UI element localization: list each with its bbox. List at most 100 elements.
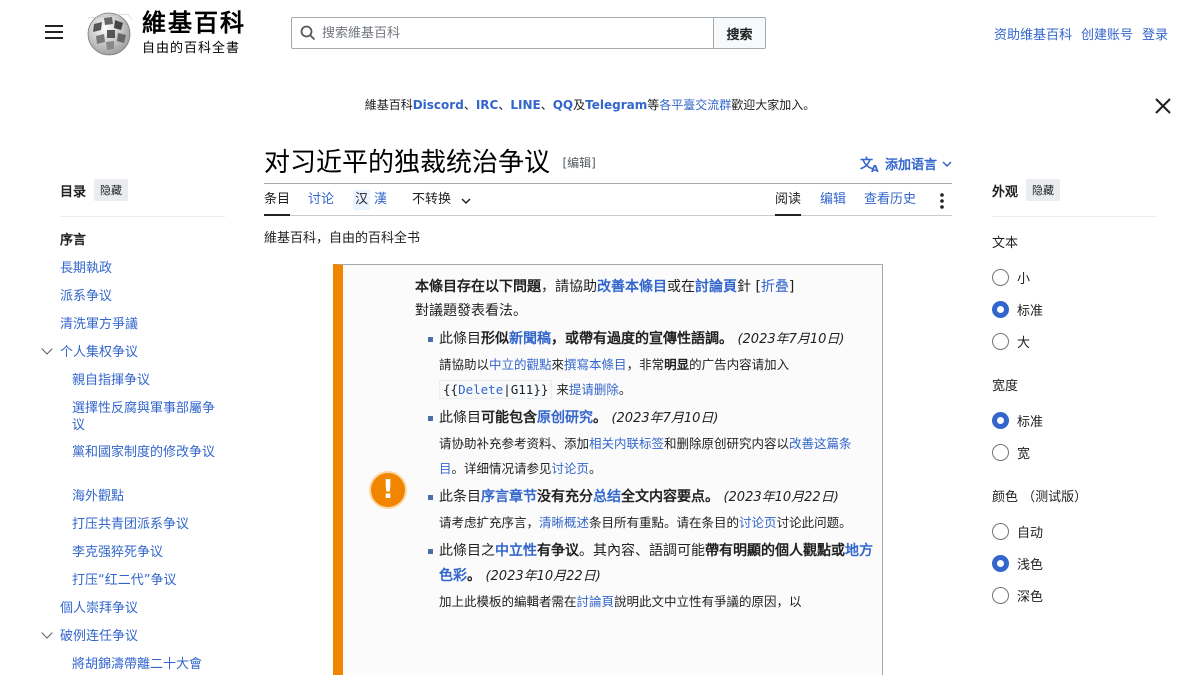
toc-item[interactable]: 海外觀點: [72, 488, 124, 505]
radio-button[interactable]: [992, 412, 1009, 429]
appearance-hide-button[interactable]: 隐藏: [1026, 179, 1061, 201]
text-size-small-option[interactable]: 小: [992, 268, 1030, 287]
radio-button[interactable]: [992, 444, 1009, 461]
edit-title-link[interactable]: [编辑]: [562, 156, 595, 170]
improve-article-link[interactable]: 改善本條目: [597, 279, 667, 295]
chevron-down-icon: [942, 160, 952, 167]
chevron-down-icon[interactable]: [41, 343, 53, 355]
toc-item[interactable]: 李克强猝死争议: [72, 544, 163, 561]
close-icon[interactable]: [1153, 96, 1173, 116]
issue-link[interactable]: 中立的觀點: [489, 357, 552, 372]
notice-link-groups[interactable]: 各平臺交流群: [659, 98, 731, 112]
toc-item[interactable]: 將胡錦濤帶離二十大會: [72, 656, 202, 673]
issue-link[interactable]: 提请删除: [569, 382, 619, 397]
tab-read[interactable]: 阅读: [775, 190, 802, 216]
collapse-link[interactable]: 折叠: [761, 279, 789, 295]
chevron-down-icon[interactable]: [461, 197, 471, 205]
issue-link[interactable]: 序言章节: [481, 489, 537, 505]
issue-link[interactable]: 清晰概述: [539, 515, 589, 530]
toc-item[interactable]: 破例连任争议: [60, 628, 138, 645]
issue-link[interactable]: 相关内联标签: [589, 436, 664, 451]
issue-item: 此条目序言章节没有充分总结全文内容要点。 (2023年10月22日) 请考虑扩充…: [415, 485, 875, 535]
login-link[interactable]: 登录: [1142, 24, 1168, 43]
tab-variant-hans[interactable]: 汉: [353, 190, 371, 210]
notice-header: 本條目存在以下問題，請協助改善本條目或在討論頁針 [折叠] 對議題發表看法。: [415, 279, 795, 319]
issue-link[interactable]: 中立性: [495, 543, 537, 559]
radio-button[interactable]: [992, 301, 1009, 318]
issue-link[interactable]: 总结: [593, 489, 621, 505]
wikipedia-globe-icon: [87, 12, 133, 56]
issue-link[interactable]: 讨论页: [552, 461, 590, 476]
text-size-large-option[interactable]: 大: [992, 332, 1030, 351]
language-icon: 文A: [860, 156, 879, 173]
notice-link-irc[interactable]: IRC: [476, 98, 499, 112]
toc-item[interactable]: 親自指揮争议: [72, 372, 150, 389]
width-label: 宽度: [992, 379, 1019, 394]
toc-item[interactable]: 黨和國家制度的修改争议: [72, 444, 222, 461]
add-languages-button[interactable]: 文A 添加语言: [860, 154, 952, 173]
toc-item[interactable]: 打压“红二代”争议: [72, 572, 176, 589]
toc-item[interactable]: 派系争议: [60, 288, 112, 305]
svg-text:A: A: [871, 164, 879, 173]
tab-variant-hant[interactable]: 漢: [374, 190, 387, 216]
issue-link[interactable]: 新聞稿: [509, 331, 551, 347]
tab-history[interactable]: 查看历史: [864, 190, 916, 216]
issue-link[interactable]: 原创研究: [537, 410, 593, 426]
donate-link[interactable]: 资助维基百科: [994, 24, 1072, 43]
tab-no-convert[interactable]: 不转换: [412, 190, 451, 216]
width-wide-option[interactable]: 宽: [992, 443, 1030, 462]
tab-talk[interactable]: 讨论: [308, 190, 334, 216]
toc-item[interactable]: 个人集权争议: [60, 344, 138, 361]
toc-item[interactable]: 長期執政: [60, 260, 112, 277]
site-notice: 維基百科Discord、IRC、LINE、QQ及Telegram等各平臺交流群歡…: [364, 98, 816, 112]
issue-link[interactable]: 讨论页: [739, 515, 777, 530]
issue-link[interactable]: 討論頁: [577, 594, 615, 609]
page-tabs: 条目 讨论 汉 漢 不转换 阅读 编辑 查看历史: [264, 186, 952, 216]
title-area: 对习近平的独裁统治争议 [编辑] 文A 添加语言: [264, 142, 952, 184]
site-tagline: 自由的百科全書: [142, 41, 241, 56]
color-auto-option[interactable]: 自动: [992, 522, 1043, 541]
issue-link[interactable]: 撰寫本條目: [564, 357, 627, 372]
text-size-standard-option[interactable]: 标准: [992, 300, 1043, 319]
radio-button[interactable]: [992, 555, 1009, 572]
site-logo[interactable]: 維基百科 自由的百科全書: [84, 10, 246, 56]
issue-item: 此條目之中立性有争议。其內容、語調可能帶有明顯的個人觀點或地方色彩。 (2023…: [415, 539, 875, 614]
main-menu-button[interactable]: [40, 18, 68, 46]
radio-button[interactable]: [992, 269, 1009, 286]
more-options-icon[interactable]: [940, 192, 944, 210]
radio-button[interactable]: [992, 587, 1009, 604]
notice-link-telegram[interactable]: Telegram: [585, 98, 647, 112]
appearance-panel: 外观 隐藏: [992, 179, 1157, 223]
toc-item[interactable]: 選擇性反腐與軍事部屬争议: [72, 400, 222, 434]
notice-link-line[interactable]: LINE: [510, 98, 540, 112]
talk-page-link[interactable]: 討論頁: [695, 279, 737, 295]
header: 維基百科 自由的百科全書 搜索 资助维基百科 创建账号 登录: [0, 0, 1200, 64]
toc-hide-button[interactable]: 隐藏: [94, 179, 129, 201]
tab-article[interactable]: 条目: [264, 190, 291, 216]
template-code: {{Delete|G11}}: [439, 380, 553, 399]
toc-item[interactable]: 序言: [60, 232, 86, 249]
color-light-option[interactable]: 浅色: [992, 554, 1043, 573]
search-input[interactable]: [322, 25, 702, 41]
chevron-down-icon[interactable]: [41, 627, 53, 639]
maintenance-notice-box: ! 本條目存在以下問題，請協助改善本條目或在討論頁針 [折叠] 對議題發表看法。…: [333, 264, 883, 675]
color-dark-option[interactable]: 深色: [992, 586, 1043, 605]
search-form: 搜索: [291, 17, 766, 49]
search-box[interactable]: [291, 17, 714, 49]
tab-edit[interactable]: 编辑: [820, 190, 846, 216]
color-label: 颜色 （测试版）: [992, 490, 1088, 505]
toc-item[interactable]: 個人崇拜争议: [60, 600, 138, 617]
toc-item[interactable]: 打压共青团派系争议: [72, 516, 189, 533]
notice-link-qq[interactable]: QQ: [553, 98, 573, 112]
radio-button[interactable]: [992, 333, 1009, 350]
radio-button[interactable]: [992, 523, 1009, 540]
search-button[interactable]: 搜索: [714, 17, 766, 49]
issue-item: 此條目形似新聞稿，或帶有過度的宣傳性語調。 (2023年7月10日) 請協助以中…: [415, 327, 875, 402]
notice-link-discord[interactable]: Discord: [413, 98, 464, 112]
toc-item[interactable]: 清洗軍方爭議: [60, 316, 138, 333]
create-account-link[interactable]: 创建账号: [1081, 24, 1133, 43]
article-tagline: 維基百科，自由的百科全书: [264, 231, 421, 246]
search-icon: [300, 25, 316, 41]
appearance-title: 外观: [992, 184, 1019, 200]
width-standard-option[interactable]: 标准: [992, 411, 1043, 430]
